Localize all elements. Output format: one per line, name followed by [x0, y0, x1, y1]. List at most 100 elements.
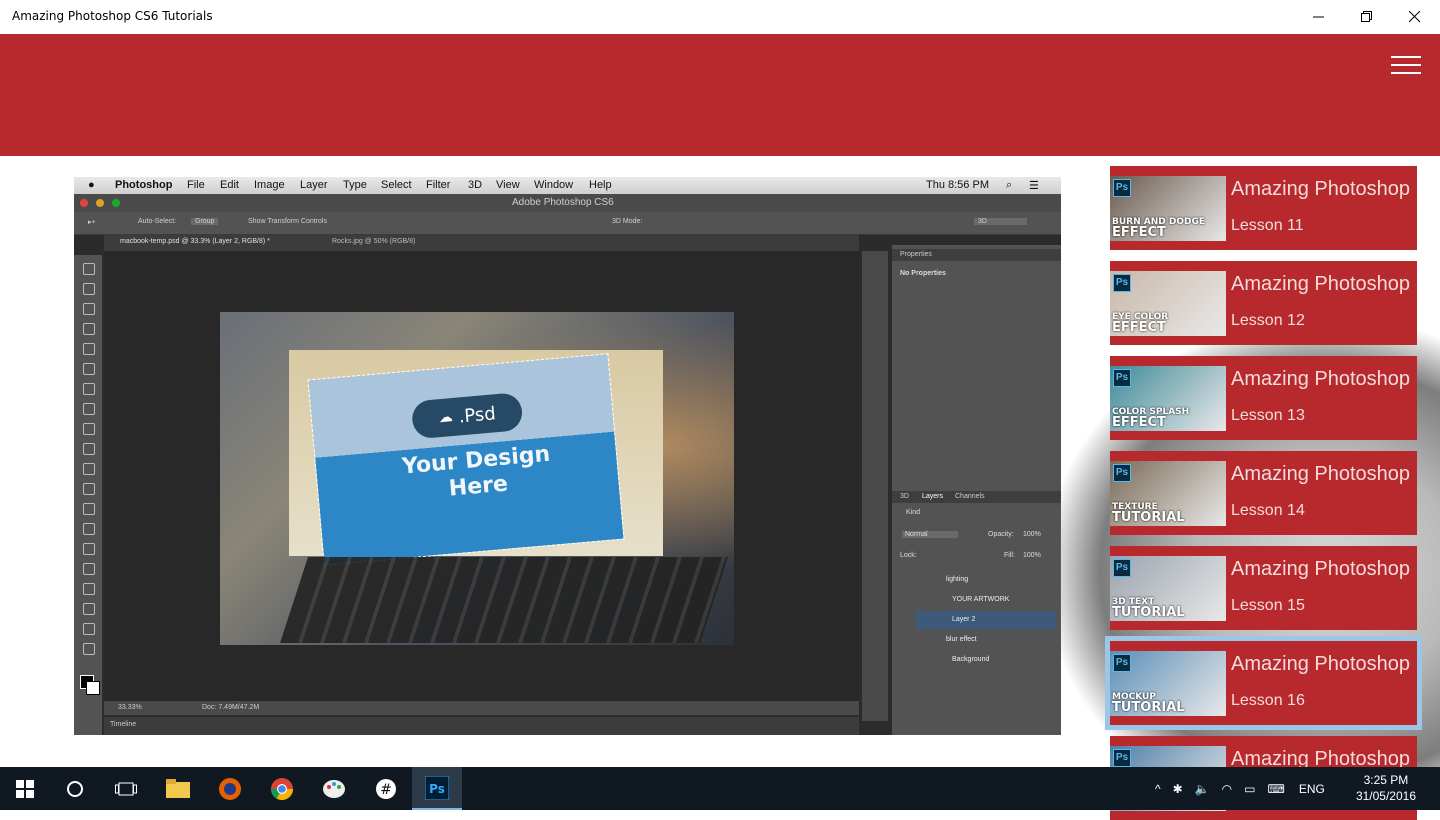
- move-tool-icon: ▸+: [88, 219, 96, 226]
- keyboard-icon[interactable]: ⌨: [1267, 782, 1284, 796]
- layer-row: Background: [952, 656, 990, 663]
- apple-icon: ●: [88, 179, 95, 191]
- wifi-icon[interactable]: ◠: [1222, 782, 1232, 796]
- photoshop-icon[interactable]: Ps: [412, 767, 462, 810]
- fill-label: Fill:: [1004, 552, 1015, 559]
- thumbnail-caption-big: TUTORIAL: [1112, 510, 1185, 525]
- clock-date: 31/05/2016: [1355, 789, 1416, 803]
- taskbar-clock[interactable]: 3:25 PM 31/05/2016: [1356, 772, 1416, 804]
- app-icon[interactable]: #: [361, 767, 411, 810]
- system-tray: ^ ✱ 🔈 ◠ ▭ ⌨ ENG: [1155, 767, 1325, 810]
- thumbnail-caption: BURN AND DODGE EFFECT: [1112, 217, 1205, 239]
- network-settings-icon[interactable]: ✱: [1173, 782, 1183, 796]
- ps-search-icon: ⌕: [1006, 179, 1013, 191]
- workspace-select: 3D: [974, 218, 1027, 225]
- window-titlebar: Amazing Photoshop CS6 Tutorials: [0, 0, 1440, 34]
- hamburger-icon[interactable]: [1391, 56, 1421, 74]
- chevron-up-icon[interactable]: ^: [1155, 782, 1161, 796]
- windows-taskbar: # Ps ^ ✱ 🔈 ◠ ▭ ⌨ ENG 3:25 PM 31/05/2016: [0, 767, 1440, 810]
- file-explorer-icon[interactable]: [153, 767, 203, 810]
- lesson-title: Amazing Photoshop: [1231, 463, 1411, 485]
- chrome-icon[interactable]: [257, 767, 307, 810]
- photoshop-badge-icon: Ps: [1113, 179, 1131, 197]
- lesson-item[interactable]: Ps BURN AND DODGE EFFECT Amazing Photoshop L…: [1110, 166, 1417, 250]
- thumbnail-caption: COLOR SPLASH EFFECT: [1112, 407, 1189, 429]
- lesson-subtitle: Lesson 14: [1231, 502, 1305, 519]
- window-title: Amazing Photoshop CS6 Tutorials: [12, 9, 213, 23]
- ps-menu-filter: Filter: [426, 179, 451, 191]
- properties-header: Properties: [892, 249, 1061, 261]
- photoshop-badge-icon: Ps: [1113, 464, 1131, 482]
- ps-menu-edit: Edit: [220, 179, 239, 191]
- ps-app-title: Adobe Photoshop CS6: [512, 197, 614, 208]
- photoshop-badge-icon: Ps: [1113, 654, 1131, 672]
- ps-options-bar: ▸+ Auto-Select: Group Show Transform Con…: [74, 212, 1061, 235]
- lesson-thumbnail: Ps EYE COLOR EFFECT: [1110, 271, 1226, 336]
- close-button[interactable]: [1391, 0, 1439, 34]
- photoshop-badge-icon: Ps: [1113, 274, 1131, 292]
- layers-tabs: 3D Layers Channels: [892, 491, 1061, 503]
- ps-list-icon: ☰: [1029, 180, 1039, 192]
- lesson-subtitle: Lesson 15: [1231, 597, 1305, 614]
- notifications-icon[interactable]: ▭: [1244, 782, 1255, 796]
- ps-panels: Properties No Properties 3D Layers Chann…: [892, 245, 1061, 735]
- ps-window-bar: Adobe Photoshop CS6: [74, 194, 1061, 212]
- lesson-item[interactable]: Ps 3D TEXT TUTORIAL Amazing Photoshop Lesson…: [1110, 546, 1417, 630]
- lesson-thumbnail: Ps 3D TEXT TUTORIAL: [1110, 556, 1226, 621]
- thumbnail-caption: TEXTURE TUTORIAL: [1112, 502, 1185, 524]
- firefox-icon[interactable]: [205, 767, 255, 810]
- opacity-label: Opacity:: [988, 531, 1014, 538]
- restore-button[interactable]: [1343, 0, 1391, 34]
- close-icon: [1409, 11, 1421, 23]
- lock-label: Lock:: [900, 552, 917, 559]
- lesson-item[interactable]: Ps TEXTURE TUTORIAL Amazing Photoshop Lesson…: [1110, 451, 1417, 535]
- design-placeholder: ☁ .Psd Your Design Here: [307, 353, 625, 566]
- photoshop-badge-icon: Ps: [1113, 749, 1131, 767]
- ps-menu-view: View: [496, 179, 520, 191]
- cortana-icon[interactable]: [50, 767, 100, 810]
- lesson-item[interactable]: Ps COLOR SPLASH EFFECT Amazing Photoshop Les…: [1110, 356, 1417, 440]
- paint-icon[interactable]: [309, 767, 359, 810]
- thumbnail-caption-big: EFFECT: [1112, 415, 1166, 430]
- lesson-title: Amazing Photoshop: [1231, 273, 1411, 295]
- volume-icon[interactable]: 🔈: [1195, 782, 1210, 796]
- lesson-thumbnail: Ps MOCKUP TUTORIAL: [1110, 651, 1226, 716]
- ps-menu-window: Window: [534, 179, 574, 191]
- lesson-title: Amazing Photoshop: [1231, 178, 1411, 200]
- ps-menu-3d: 3D: [468, 179, 483, 191]
- ps-menu-image: Image: [254, 179, 285, 191]
- photoshop-badge-icon: Ps: [1113, 369, 1131, 387]
- thumbnail-caption: EYE COLOR EFFECT: [1112, 312, 1168, 334]
- ps-menu-type: Type: [343, 179, 367, 191]
- task-view-icon[interactable]: [101, 767, 151, 810]
- language-indicator[interactable]: ENG: [1299, 782, 1325, 796]
- video-player[interactable]: ● Photoshop File Edit Image Layer Type S…: [74, 177, 1061, 735]
- thumbnail-caption-big: TUTORIAL: [1112, 700, 1185, 715]
- lesson-subtitle: Lesson 11: [1231, 217, 1304, 234]
- windows-start-icon[interactable]: [0, 767, 50, 810]
- blend-mode-select: Normal: [902, 531, 958, 538]
- ps-menubar: ● Photoshop File Edit Image Layer Type S…: [74, 177, 1061, 194]
- ps-menu-select: Select: [381, 179, 412, 191]
- layer-row: YOUR ARTWORK: [952, 596, 1010, 603]
- svg-text:#: #: [380, 782, 392, 798]
- ps-document-tabs: macbook-temp.psd @ 33.3% (Layer 2, RGB/8…: [104, 235, 859, 251]
- ps-max-dot: [112, 199, 120, 207]
- lesson-item[interactable]: Ps MOCKUP TUTORIAL Amazing Photoshop Lesson …: [1105, 636, 1422, 730]
- minimize-button[interactable]: [1295, 0, 1343, 34]
- clock-time: 3:25 PM: [1363, 773, 1409, 787]
- thumbnail-caption-big: EFFECT: [1112, 225, 1166, 240]
- auto-select-label: Auto-Select:: [138, 218, 177, 225]
- psd-pill-text: .Psd: [457, 402, 497, 427]
- svg-text:Ps: Ps: [429, 782, 445, 796]
- ps-toolbox: [74, 255, 102, 735]
- thumbnail-caption: 3D TEXT TUTORIAL: [1112, 597, 1185, 619]
- ps-tab-rocks: Rocks.jpg @ 50% (RGB/8): [332, 238, 416, 245]
- opacity-value: 100%: [1023, 531, 1041, 538]
- ps-tab-macbook: macbook-temp.psd @ 33.3% (Layer 2, RGB/8…: [120, 238, 270, 245]
- zoom-level: 33.33%: [118, 704, 142, 711]
- 3d-mode-label: 3D Mode:: [612, 218, 643, 225]
- lesson-item[interactable]: Ps EYE COLOR EFFECT Amazing Photoshop Lesson…: [1110, 261, 1417, 345]
- kind-filter: Kind: [906, 509, 921, 516]
- design-text: Your Design Here: [401, 441, 552, 502]
